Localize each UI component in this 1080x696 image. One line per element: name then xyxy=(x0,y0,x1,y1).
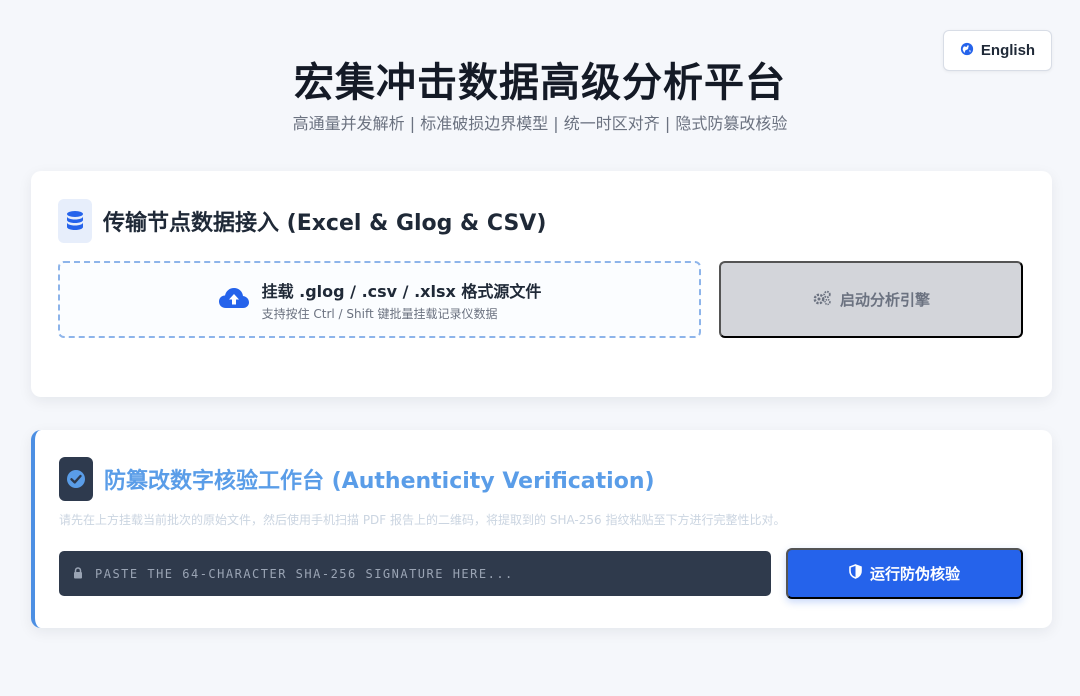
verify-section-title: 防篡改数字核验工作台 (Authenticity Verification) xyxy=(104,469,655,494)
upload-instruction: 挂载 .glog / .csv / .xlsx 格式源文件 xyxy=(261,281,542,301)
signature-input[interactable] xyxy=(95,551,771,596)
upload-hint: 支持按住 Ctrl / Shift 键批量挂载记录仪数据 xyxy=(261,306,498,321)
ingest-section-title: 传输节点数据接入 (Excel & Glog & CSV) xyxy=(103,211,547,236)
verify-instructions: 请先在上方挂载当前批次的原始文件，然后使用手机扫描 PDF 报告上的二维码，将提… xyxy=(59,513,786,527)
shield-icon xyxy=(849,564,862,583)
lock-icon xyxy=(73,564,83,583)
run-verification-button[interactable]: 运行防伪核验 xyxy=(786,548,1023,599)
ingest-section-header: 传输节点数据接入 (Excel & Glog & CSV) xyxy=(58,199,546,243)
verification-card: 防篡改数字核验工作台 (Authenticity Verification) 请… xyxy=(31,430,1052,628)
cloud-upload-icon xyxy=(218,286,250,314)
page-subtitle: 高通量并发解析 | 标准破损边界模型 | 统一时区对齐 | 隐式防篡改核验 xyxy=(292,114,788,133)
signature-input-container xyxy=(59,551,771,596)
run-verification-label: 运行防伪核验 xyxy=(869,566,960,583)
verify-section-header: 防篡改数字核验工作台 (Authenticity Verification) xyxy=(59,457,655,501)
data-ingest-card: 传输节点数据接入 (Excel & Glog & CSV) 挂载 .glog /… xyxy=(31,171,1052,397)
check-circle-icon xyxy=(59,457,93,501)
gears-icon xyxy=(812,290,832,310)
start-analysis-label: 启动分析引擎 xyxy=(839,292,930,309)
page-title: 宏集冲击数据高级分析平台 xyxy=(294,60,786,106)
start-analysis-button[interactable]: 启动分析引擎 xyxy=(719,261,1023,338)
database-icon xyxy=(58,199,92,243)
file-upload-dropzone[interactable]: 挂载 .glog / .csv / .xlsx 格式源文件 支持按住 Ctrl … xyxy=(58,261,701,338)
